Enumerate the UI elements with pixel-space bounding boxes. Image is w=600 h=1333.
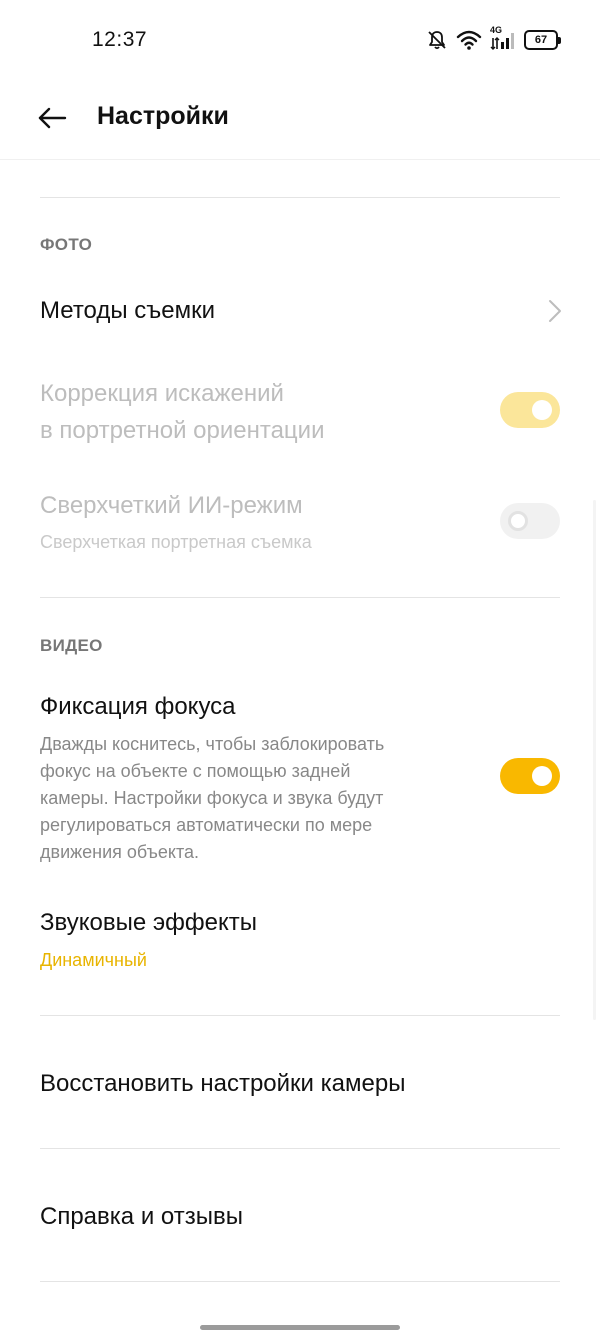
focus-lock-desc-line: регулироваться автоматически по мере bbox=[40, 815, 373, 835]
signal-icon: 4G bbox=[490, 25, 516, 51]
divider bbox=[40, 597, 560, 598]
distortion-correction-item: Коррекция искажений в портретной ориента… bbox=[0, 372, 600, 462]
distortion-correction-label-line1: Коррекция искажений bbox=[40, 380, 284, 407]
toggle-knob bbox=[508, 511, 528, 531]
battery-level: 67 bbox=[534, 34, 548, 46]
focus-lock-desc-line: камеры. Настройки фокуса и звука будут bbox=[40, 788, 384, 808]
ultra-clear-toggle[interactable] bbox=[500, 503, 560, 539]
divider bbox=[40, 1148, 560, 1149]
arrow-left-icon bbox=[37, 106, 67, 135]
divider bbox=[40, 197, 560, 198]
divider bbox=[40, 1015, 560, 1016]
scrollbar[interactable] bbox=[593, 500, 596, 1020]
back-button[interactable] bbox=[30, 98, 74, 142]
restore-settings-label: Восстановить настройки камеры bbox=[40, 1070, 406, 1097]
toggle-knob bbox=[532, 400, 552, 420]
network-type-label: 4G bbox=[490, 25, 503, 35]
sound-effects-value: Динамичный bbox=[40, 950, 147, 970]
app-bar: Настройки bbox=[0, 80, 600, 160]
restore-settings-item[interactable]: Восстановить настройки камеры bbox=[0, 1050, 600, 1120]
status-icons: 4G 67 bbox=[426, 25, 561, 54]
help-feedback-item[interactable]: Справка и отзывы bbox=[0, 1183, 600, 1253]
focus-lock-desc-line: Дважды коснитесь, чтобы заблокировать bbox=[40, 734, 385, 754]
shooting-methods-item[interactable]: Методы съемки bbox=[0, 272, 600, 352]
focus-lock-toggle[interactable] bbox=[500, 758, 560, 794]
ultra-clear-item: Сверхчеткий ИИ-режим Сверхчеткая портрет… bbox=[0, 485, 600, 565]
focus-lock-item[interactable]: Фиксация фокуса Дважды коснитесь, чтобы … bbox=[0, 686, 600, 866]
distortion-correction-toggle[interactable] bbox=[500, 392, 560, 428]
sound-effects-item[interactable]: Звуковые эффекты Динамичный bbox=[0, 902, 600, 982]
shooting-methods-label: Методы съемки bbox=[40, 297, 216, 324]
wifi-icon bbox=[456, 29, 482, 51]
sound-effects-label: Звуковые эффекты bbox=[40, 909, 257, 936]
page-title: Настройки bbox=[97, 102, 229, 130]
bell-off-icon bbox=[426, 29, 448, 51]
divider bbox=[40, 1281, 560, 1282]
ultra-clear-subtitle: Сверхчеткая портретная съемка bbox=[40, 532, 312, 552]
toggle-knob bbox=[532, 766, 552, 786]
focus-lock-label: Фиксация фокуса bbox=[40, 693, 236, 720]
chevron-right-icon bbox=[548, 299, 562, 328]
status-bar: 12:37 4G 67 bbox=[0, 0, 600, 80]
focus-lock-desc-line: фокус на объекте с помощью задней bbox=[40, 761, 351, 781]
section-header-photo: ФОТО bbox=[40, 235, 93, 254]
home-indicator[interactable] bbox=[200, 1325, 400, 1330]
status-time: 12:37 bbox=[92, 28, 148, 51]
focus-lock-desc-line: движения объекта. bbox=[40, 842, 200, 862]
distortion-correction-label-line2: в портретной ориентации bbox=[40, 417, 325, 444]
ultra-clear-label: Сверхчеткий ИИ-режим bbox=[40, 492, 303, 519]
help-feedback-label: Справка и отзывы bbox=[40, 1203, 243, 1230]
battery-icon: 67 bbox=[524, 30, 561, 50]
section-header-video: ВИДЕО bbox=[40, 636, 103, 655]
